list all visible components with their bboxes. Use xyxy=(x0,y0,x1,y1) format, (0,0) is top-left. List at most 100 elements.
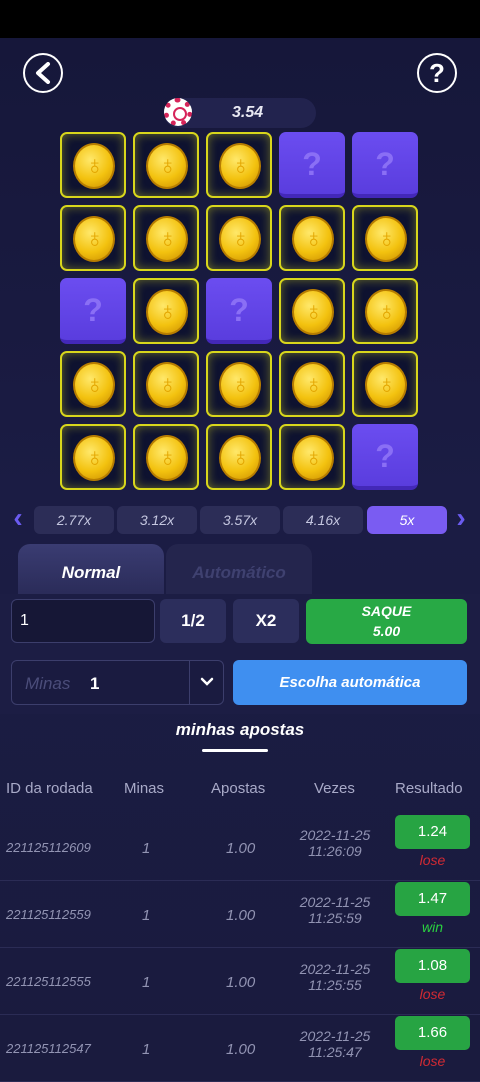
row-bet: 1.00 xyxy=(226,974,256,991)
chevron-left-icon[interactable]: ‹ xyxy=(8,504,28,534)
grid-cell-coin[interactable] xyxy=(60,424,126,490)
mines-select[interactable]: Minas 1 xyxy=(11,660,224,705)
auto-pick-button[interactable]: Escolha automática xyxy=(233,660,467,705)
status-bar xyxy=(0,0,480,38)
grid-cell-coin[interactable] xyxy=(133,205,199,271)
grid-cell-coin[interactable] xyxy=(206,205,272,271)
gold-coin-icon xyxy=(219,143,261,189)
multiplier-strip: ‹ 2.77x 3.12x 3.57x 4.16x 5x › xyxy=(0,504,480,534)
grid-cell-coin[interactable] xyxy=(206,351,272,417)
grid-cell-hidden[interactable]: ? xyxy=(279,132,345,198)
row-time: 11:25:55 xyxy=(308,977,362,993)
row-timestamp: 2022-11-25 11:25:55 xyxy=(290,961,380,993)
mines-value: 1 xyxy=(90,674,100,693)
row-timestamp: 2022-11-25 11:25:59 xyxy=(290,894,380,926)
grid-cell-coin[interactable] xyxy=(60,132,126,198)
grid-cell-hidden[interactable]: ? xyxy=(60,278,126,344)
gold-coin-icon xyxy=(146,216,188,262)
tab-automatico[interactable]: Automático xyxy=(166,544,312,596)
chevron-right-icon[interactable]: › xyxy=(451,504,471,534)
table-row: 221125112559 1 1.00 2022-11-25 11:25:59 1.47 w… xyxy=(0,882,480,948)
gold-coin-icon xyxy=(365,289,407,335)
gold-coin-icon xyxy=(292,435,334,481)
grid-cell-coin[interactable] xyxy=(206,132,272,198)
tab-normal[interactable]: Normal xyxy=(18,544,164,596)
multiplier-chip: 3.12x xyxy=(117,506,197,534)
col-times: Vezes xyxy=(314,780,355,797)
row-date: 2022-11-25 xyxy=(299,827,371,843)
grid-cell-coin[interactable] xyxy=(279,205,345,271)
multiplier-chip: 2.77x xyxy=(34,506,114,534)
grid-cell-hidden[interactable]: ? xyxy=(352,132,418,198)
my-bets-title: minhas apostas xyxy=(175,720,305,739)
question-mark-icon: ? xyxy=(229,292,249,328)
grid-cell-coin[interactable] xyxy=(60,205,126,271)
row-date: 2022-11-25 xyxy=(299,961,371,977)
grid-cell-coin[interactable] xyxy=(352,278,418,344)
row-bet: 1.00 xyxy=(226,840,256,857)
chevron-down-icon[interactable] xyxy=(189,661,223,704)
balance-display: 3.54 xyxy=(164,98,316,128)
bet-panel: 1 1/2 X2 SAQUE 5.00 Minas 1 Escolha auto… xyxy=(0,594,480,714)
table-row: 221125112609 1 1.00 2022-11-25 11:26:09 1.24 l… xyxy=(0,815,480,881)
bet-amount-input[interactable]: 1 xyxy=(11,599,155,643)
grid-cell-coin[interactable] xyxy=(206,424,272,490)
chevron-left-icon xyxy=(36,62,50,84)
row-result: lose xyxy=(419,986,446,1002)
grid-cell-coin[interactable] xyxy=(133,424,199,490)
row-multiplier-badge: 1.47 xyxy=(395,882,470,916)
gold-coin-icon xyxy=(146,435,188,481)
row-time: 11:25:59 xyxy=(308,910,362,926)
round-id: 221125112559 xyxy=(6,907,91,922)
grid-cell-coin[interactable] xyxy=(133,132,199,198)
multiplier-chip: 4.16x xyxy=(283,506,363,534)
col-id: ID da rodada xyxy=(6,780,93,797)
question-mark-icon: ? xyxy=(375,146,395,182)
gold-coin-icon xyxy=(146,289,188,335)
row-date: 2022-11-25 xyxy=(299,1028,371,1044)
back-button[interactable] xyxy=(23,53,63,93)
row-result: lose xyxy=(419,852,446,868)
row-mines: 1 xyxy=(142,907,151,924)
half-bet-button[interactable]: 1/2 xyxy=(160,599,226,643)
row-time: 11:25:47 xyxy=(308,1044,362,1060)
question-mark-icon: ? xyxy=(83,292,103,328)
gold-coin-icon xyxy=(73,435,115,481)
row-multiplier-badge: 1.08 xyxy=(395,949,470,983)
cashout-button[interactable]: SAQUE 5.00 xyxy=(306,599,467,644)
grid-cell-coin[interactable] xyxy=(352,351,418,417)
row-bet: 1.00 xyxy=(226,1041,256,1058)
round-id: 221125112547 xyxy=(6,1041,91,1056)
grid-cell-coin[interactable] xyxy=(279,278,345,344)
help-button[interactable]: ? xyxy=(417,53,457,93)
col-bets: Apostas xyxy=(211,780,266,797)
gold-coin-icon xyxy=(365,362,407,408)
table-row: 221125112555 1 1.00 2022-11-25 11:25:55 1.08 l… xyxy=(0,949,480,1015)
grid-cell-coin[interactable] xyxy=(352,205,418,271)
row-multiplier-badge: 1.24 xyxy=(395,815,470,849)
row-mines: 1 xyxy=(142,974,151,991)
table-header: ID da rodada Minas Apostas Vezes Resulta… xyxy=(0,776,480,800)
round-id: 221125112555 xyxy=(6,974,91,989)
gold-coin-icon xyxy=(292,289,334,335)
grid-cell-coin[interactable] xyxy=(133,351,199,417)
section-underline xyxy=(202,749,268,752)
mines-game-screen: ? 3.54 ????? ‹ 2.77x3.12x3.57x4.16x5x › … xyxy=(0,38,480,1082)
col-mines: Minas xyxy=(124,780,165,797)
double-bet-button[interactable]: X2 xyxy=(233,599,299,643)
mines-label: Minas xyxy=(25,674,71,693)
grid-cell-coin[interactable] xyxy=(279,424,345,490)
gold-coin-icon xyxy=(146,143,188,189)
row-time: 11:26:09 xyxy=(308,843,362,859)
gold-coin-icon xyxy=(365,216,407,262)
grid-cell-coin[interactable] xyxy=(60,351,126,417)
gold-coin-icon xyxy=(73,362,115,408)
multiplier-chip: 5x xyxy=(367,506,447,534)
grid-cell-hidden[interactable]: ? xyxy=(206,278,272,344)
grid-cell-hidden[interactable]: ? xyxy=(352,424,418,490)
grid-cell-coin[interactable] xyxy=(133,278,199,344)
row-mines: 1 xyxy=(142,840,151,857)
gold-coin-icon xyxy=(292,216,334,262)
poker-chip-icon xyxy=(164,98,192,126)
grid-cell-coin[interactable] xyxy=(279,351,345,417)
